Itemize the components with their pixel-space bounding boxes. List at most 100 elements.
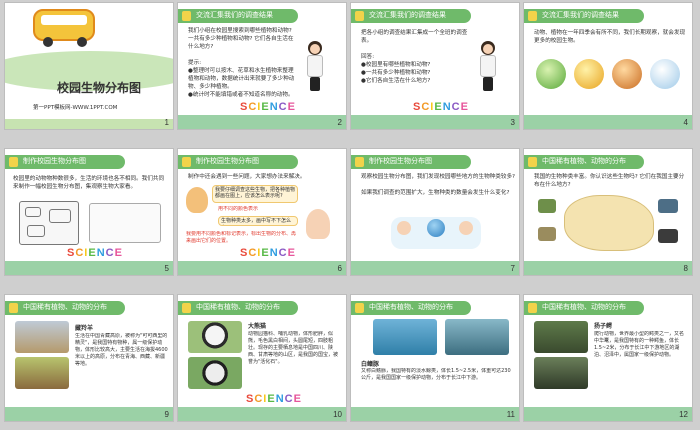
slide-header-title: 中国稀有植物、动物的分布 xyxy=(542,303,626,311)
header-marker-icon xyxy=(528,157,537,167)
science-letter: N xyxy=(269,247,279,259)
slide-number: 11 xyxy=(506,410,515,419)
animal-photo-thumb xyxy=(538,227,556,241)
header-marker-icon xyxy=(355,11,364,21)
science-letter: N xyxy=(269,101,279,113)
slide-body-text: 校园里的动物物种数很多，生活的环境也各不相同。我们共同来制作一幅校园生物分布图，… xyxy=(13,176,165,190)
science-letter: N xyxy=(442,101,452,113)
science-letter: C xyxy=(421,101,431,113)
slide-body-text: 我们小组在校园里搜索到哪些植物和动物? 一共有多少种植物和动物? 它们各自生活在… xyxy=(188,28,295,98)
header-marker-icon xyxy=(182,157,191,167)
slide-thumbnail-1[interactable]: 校园生物分布图 第一PPT模板网-WWW.1PPT.COM 1 xyxy=(4,2,174,130)
slide-body-text: 我国的生物种类丰富。你认识这些生物吗? 它们在我国主要分布在什么地方? xyxy=(534,174,685,188)
slide-footer-bar xyxy=(351,261,519,275)
slide-thumbnail-8[interactable]: 中国稀有植物、动物的分布 我国的生物种类丰富。你认识这些生物吗? 它们在我国主要… xyxy=(523,148,693,276)
slide-body-text: 动物、植物在一年四季会有所不同，我们长期观察，就会发现更多的校园生物。 xyxy=(534,30,686,44)
china-map-illustration xyxy=(564,195,654,251)
slide-thumbnail-4[interactable]: 交流汇集我们的调查结果 动物、植物在一年四季会有所不同，我们长期观察，就会发现更… xyxy=(523,2,693,130)
school-bus-illustration xyxy=(33,9,95,41)
slide-footer-bar xyxy=(524,261,692,275)
science-letter: C xyxy=(278,247,288,259)
slide-thumbnail-12[interactable]: 中国稀有植物、动物的分布 扬子鳄 爬行动物，世界最小型的鳄类之一，又名中华鼍，是… xyxy=(523,294,693,422)
animal-photo-thumb xyxy=(658,229,678,243)
speech-bubble-3: 生物种类太多，画中写不下怎么办? xyxy=(218,216,298,226)
animal-photo-thumb xyxy=(658,199,678,213)
slide-header: 制作校园生物分布图 xyxy=(5,155,125,169)
slide-number: 3 xyxy=(510,118,515,127)
slide-header: 中国稀有植物、动物的分布 xyxy=(351,301,471,315)
slide-footer-bar xyxy=(178,115,346,129)
slide-header: 制作校园生物分布图 xyxy=(178,155,298,169)
slide-body-text: 把各小组的调查结果汇集成一个全班的调查表。 回答: ●校园里有哪些植物和动物? … xyxy=(361,30,468,84)
slide-header: 中国稀有植物、动物的分布 xyxy=(524,155,644,169)
slide-number: 8 xyxy=(683,264,688,273)
slide-header: 中国稀有植物、动物的分布 xyxy=(5,301,125,315)
slide-header-title: 中国稀有植物、动物的分布 xyxy=(23,303,107,311)
science-letter: E xyxy=(261,247,270,259)
slide-number: 10 xyxy=(333,410,342,419)
slide-footer-bar xyxy=(5,119,173,129)
slide-body-text: 又称白鳍豚，我国特有的淡水鲸类，体长1.5~2.5米，体重可达230公斤，是我国… xyxy=(361,368,511,381)
animal-photo-thumb xyxy=(538,199,556,213)
slide-thumbnail-6[interactable]: 制作校园生物分布图 制作中还会遇到一些问题，大家想办法来解决。 我要仔细调查这些… xyxy=(177,148,347,276)
bus-window-icon xyxy=(41,15,87,25)
slide-number: 4 xyxy=(683,118,688,127)
slide-thumbnail-5[interactable]: 制作校园生物分布图 校园里的动物物种数很多，生活的环境也各不相同。我们共同来制作… xyxy=(4,148,174,276)
header-marker-icon xyxy=(182,11,191,21)
slide-number: 1 xyxy=(164,118,169,127)
animal-name: 藏羚羊 xyxy=(75,325,94,332)
slide-number: 9 xyxy=(164,410,169,419)
science-letter: E xyxy=(261,101,270,113)
slide-number: 7 xyxy=(510,264,515,273)
science-letter: C xyxy=(248,247,258,259)
presentation-subtitle: 第一PPT模板网-WWW.1PPT.COM xyxy=(33,105,118,111)
slide-body-text: 爬行动物，世界最小型的鳄类之一，又名中华鼍，是我国特有的一种鳄鱼，体长1.5~2… xyxy=(594,331,685,358)
slide-thumbnail-7[interactable]: 制作校园生物分布图 观察校园生物分布图，我们发现校园哪些地方的生物种类较多? 如… xyxy=(350,148,520,276)
science-letter: C xyxy=(278,101,288,113)
science-logo: SCIENCE xyxy=(240,101,296,113)
science-letter: E xyxy=(293,393,302,405)
science-logo: SCIENCE xyxy=(413,101,469,113)
slide-footer-bar xyxy=(351,115,519,129)
science-letter: C xyxy=(248,101,258,113)
season-orb-summer xyxy=(574,59,604,89)
slide-thumbnail-2[interactable]: 交流汇集我们的调查结果 我们小组在校园里搜索到哪些植物和动物? 一共有多少种植物… xyxy=(177,2,347,130)
slide-number: 2 xyxy=(337,118,342,127)
animal-name: 白鳍豚 xyxy=(361,361,380,368)
slide-header-title: 交流汇集我们的调查结果 xyxy=(369,11,446,19)
slide-thumbnail-9[interactable]: 中国稀有植物、动物的分布 藏羚羊 生活在中国青藏高原，被称为"可可西里的精灵"，… xyxy=(4,294,174,422)
slide-footer-bar xyxy=(524,115,692,129)
slide-header: 制作校园生物分布图 xyxy=(351,155,471,169)
animal-name: 扬子鳄 xyxy=(594,323,613,330)
science-letter: E xyxy=(434,101,443,113)
panda-photo-1 xyxy=(188,321,242,353)
slide-header-title: 中国稀有植物、动物的分布 xyxy=(542,157,626,165)
globe-icon xyxy=(427,219,445,237)
header-marker-icon xyxy=(9,157,18,167)
slide-number: 5 xyxy=(164,264,169,273)
girl-character-illustration xyxy=(306,209,330,239)
slide-body-text: 观察校园生物分布图，我们发现校园哪些地方的生物种类较多? 如果我们调查的范围扩大… xyxy=(361,174,515,196)
header-marker-icon xyxy=(528,303,537,313)
slide-header-title: 交流汇集我们的调查结果 xyxy=(542,11,619,19)
slide-footer-bar xyxy=(5,261,173,275)
dolphin-photo-1 xyxy=(373,319,437,355)
science-letter: E xyxy=(287,101,296,113)
slide-body-text: 生活在中国青藏高原，被称为"可可西里的精灵"，是我国特有物种，属一级保护动物，体… xyxy=(75,333,168,367)
slide-body-text: 动物园猫科、哺乳动物，体形肥胖，似熊，毛色黑白相间，头圆尾短，四肢粗壮。现存的主… xyxy=(248,331,339,365)
slide-thumbnail-11[interactable]: 中国稀有植物、动物的分布 白鳍豚 又称白鳍豚，我国特有的淡水鲸类，体长1.5~2… xyxy=(350,294,520,422)
map-building-block xyxy=(49,209,71,223)
slide-thumbnail-3[interactable]: 交流汇集我们的调查结果 把各小组的调查结果汇集成一个全班的调查表。 回答: ●校… xyxy=(350,2,520,130)
answer-note-text: 我要用不同颜色和标记表示，标出生物的分布、再来画出它们的位置。 xyxy=(186,231,296,244)
panda-photo-2 xyxy=(188,357,242,389)
teacher-character-illustration xyxy=(304,41,326,91)
science-letter: E xyxy=(267,393,276,405)
slide-header: 中国稀有植物、动物的分布 xyxy=(178,301,298,315)
slide-thumbnail-10[interactable]: 中国稀有植物、动物的分布 大熊猫 动物园猫科、哺乳动物，体形肥胖，似熊，毛色黑白… xyxy=(177,294,347,422)
presentation-title: 校园生物分布图 xyxy=(57,81,142,95)
science-letter: E xyxy=(287,247,296,259)
slide-header: 交流汇集我们的调查结果 xyxy=(351,9,471,23)
slide-header: 交流汇集我们的调查结果 xyxy=(178,9,298,23)
boy-character-illustration xyxy=(186,187,208,213)
season-orb-autumn xyxy=(612,59,642,89)
